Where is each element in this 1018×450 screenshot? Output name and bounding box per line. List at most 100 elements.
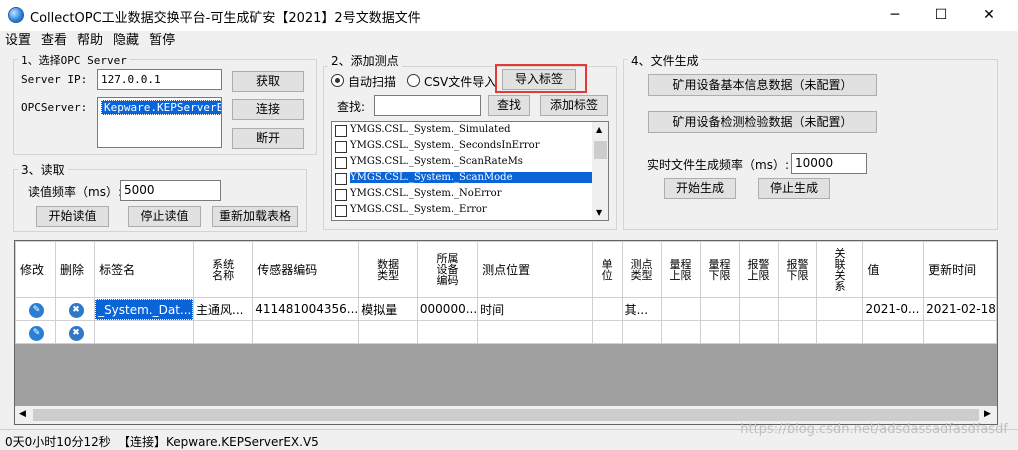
stop-generate-button[interactable]: 停止生成 <box>758 178 830 199</box>
basic-info-button[interactable]: 矿用设备基本信息数据（未配置） <box>648 74 877 96</box>
alarm-lower-cell[interactable] <box>777 297 818 321</box>
tag-checkbox[interactable] <box>335 173 347 185</box>
data-grid[interactable]: 修改 删除 标签名 系统名称 传感器编码 数据类型 所属设备编码 测点位置 单位… <box>14 240 998 425</box>
start-read-button[interactable]: 开始读值 <box>36 206 109 227</box>
col-header-delete[interactable]: 删除 <box>54 241 96 298</box>
sensor-code-cell[interactable]: 411481004356... <box>252 297 360 321</box>
scroll-left-icon[interactable]: ◀ <box>19 409 26 419</box>
unit-cell[interactable] <box>591 297 623 321</box>
tag-checkbox[interactable] <box>335 205 347 217</box>
opcserver-listbox[interactable]: Kepware.KEPServerEX <box>97 97 222 148</box>
col-header-point-type[interactable]: 测点类型 <box>621 241 662 298</box>
tag-item[interactable]: YMGS.CSL._System._ScanRateMs <box>332 155 592 171</box>
range-upper-cell[interactable] <box>660 297 701 321</box>
start-generate-button[interactable]: 开始生成 <box>664 178 736 199</box>
data-type-cell[interactable]: 模拟量 <box>358 297 418 321</box>
read-frequency-input[interactable]: 5000 <box>120 180 221 201</box>
empty-cell[interactable] <box>358 320 418 344</box>
col-header-relation[interactable]: 关联关系 <box>816 241 864 298</box>
empty-cell[interactable] <box>862 320 925 344</box>
col-header-unit[interactable]: 单位 <box>591 241 623 298</box>
import-tags-button[interactable]: 导入标签 <box>502 69 576 90</box>
tag-checkbox[interactable] <box>335 157 347 169</box>
alarm-upper-cell[interactable] <box>738 297 779 321</box>
empty-cell[interactable] <box>923 320 997 344</box>
empty-cell[interactable] <box>94 320 194 344</box>
stop-read-button[interactable]: 停止读值 <box>128 206 201 227</box>
tag-name-cell[interactable]: _System._Dat... <box>94 297 194 321</box>
scroll-down-icon[interactable]: ▼ <box>596 208 602 217</box>
opcserver-selected-item[interactable]: Kepware.KEPServerEX <box>101 100 221 115</box>
empty-cell[interactable] <box>192 320 254 344</box>
col-header-device-code[interactable]: 所属设备编码 <box>416 241 479 298</box>
table-row[interactable]: ✎ ✖ _System._Dat... 主通风... 411481004356.… <box>15 297 997 321</box>
tag-item[interactable]: YMGS.CSL._System._Error <box>332 203 592 219</box>
empty-cell[interactable] <box>738 320 779 344</box>
col-header-data-type[interactable]: 数据类型 <box>358 241 418 298</box>
reload-table-button[interactable]: 重新加载表格 <box>212 206 298 227</box>
point-type-cell[interactable]: 其... <box>621 297 662 321</box>
scroll-right-icon[interactable]: ▶ <box>984 409 991 419</box>
empty-cell[interactable] <box>252 320 360 344</box>
radio-auto-scan[interactable] <box>331 74 344 87</box>
menu-view[interactable]: 查看 <box>36 31 72 51</box>
edit-cell[interactable]: ✎ <box>15 320 56 344</box>
tag-checkbox[interactable] <box>335 141 347 153</box>
col-header-alarm-lower[interactable]: 报警下限 <box>777 241 818 298</box>
col-header-system-name[interactable]: 系统名称 <box>192 241 254 298</box>
menu-pause[interactable]: 暂停 <box>144 31 180 51</box>
file-frequency-input[interactable]: 10000 <box>791 153 867 174</box>
scrollbar-thumb[interactable] <box>594 141 607 159</box>
connect-button[interactable]: 连接 <box>232 99 304 120</box>
tag-checklist[interactable]: YMGS.CSL._System._Simulated YMGS.CSL._Sy… <box>331 121 609 221</box>
col-header-edit[interactable]: 修改 <box>15 241 56 298</box>
tag-item[interactable]: YMGS.CSL._System._NoError <box>332 187 592 203</box>
col-header-tag-name[interactable]: 标签名 <box>94 241 194 298</box>
range-lower-cell[interactable] <box>699 297 740 321</box>
radio-auto-scan-label[interactable]: 自动扫描 <box>348 73 396 90</box>
search-input[interactable] <box>374 95 481 116</box>
col-header-sensor-code[interactable]: 传感器编码 <box>252 241 360 298</box>
col-header-location[interactable]: 测点位置 <box>477 241 593 298</box>
tag-list-scrollbar[interactable]: ▲ ▼ <box>592 122 608 220</box>
empty-cell[interactable] <box>699 320 740 344</box>
system-name-cell[interactable]: 主通风... <box>192 297 254 321</box>
device-code-cell[interactable]: 000000... <box>416 297 479 321</box>
tag-item[interactable]: YMGS.CSL._System._SecondsInError <box>332 139 592 155</box>
radio-csv-import[interactable] <box>407 74 420 87</box>
update-time-cell[interactable]: 2021-02-18 <box>923 297 997 321</box>
scroll-up-icon[interactable]: ▲ <box>596 125 602 134</box>
edit-icon[interactable]: ✎ <box>28 325 44 341</box>
inspection-data-button[interactable]: 矿用设备检测检验数据（未配置） <box>648 111 877 133</box>
menu-help[interactable]: 帮助 <box>72 31 108 51</box>
delete-icon[interactable]: ✖ <box>68 302 84 318</box>
search-button[interactable]: 查找 <box>488 95 530 116</box>
menu-settings[interactable]: 设置 <box>0 31 36 51</box>
table-row-new[interactable]: ✎ ✖ <box>15 320 997 344</box>
col-header-value[interactable]: 值 <box>862 241 925 298</box>
edit-icon[interactable]: ✎ <box>28 302 44 318</box>
disconnect-button[interactable]: 断开 <box>232 128 304 149</box>
edit-cell[interactable]: ✎ <box>15 297 56 321</box>
delete-icon[interactable]: ✖ <box>68 325 84 341</box>
empty-cell[interactable] <box>816 320 864 344</box>
empty-cell[interactable] <box>416 320 479 344</box>
server-ip-input[interactable]: 127.0.0.1 <box>97 69 222 90</box>
empty-cell[interactable] <box>591 320 623 344</box>
tag-item[interactable]: YMGS.CSL._System._Simulated <box>332 123 592 139</box>
empty-cell[interactable] <box>660 320 701 344</box>
delete-cell[interactable]: ✖ <box>54 297 96 321</box>
empty-cell[interactable] <box>477 320 593 344</box>
empty-cell[interactable] <box>777 320 818 344</box>
value-cell[interactable]: 2021-0... <box>862 297 925 321</box>
col-header-update-time[interactable]: 更新时间 <box>923 241 997 298</box>
location-cell[interactable]: 时间 <box>477 297 593 321</box>
relation-cell[interactable] <box>816 297 864 321</box>
delete-cell[interactable]: ✖ <box>54 320 96 344</box>
close-button[interactable]: ✕ <box>966 0 1012 31</box>
tag-checkbox[interactable] <box>335 125 347 137</box>
empty-cell[interactable] <box>621 320 662 344</box>
col-header-alarm-upper[interactable]: 报警上限 <box>738 241 779 298</box>
get-button[interactable]: 获取 <box>232 71 304 92</box>
add-tag-button[interactable]: 添加标签 <box>540 95 608 116</box>
